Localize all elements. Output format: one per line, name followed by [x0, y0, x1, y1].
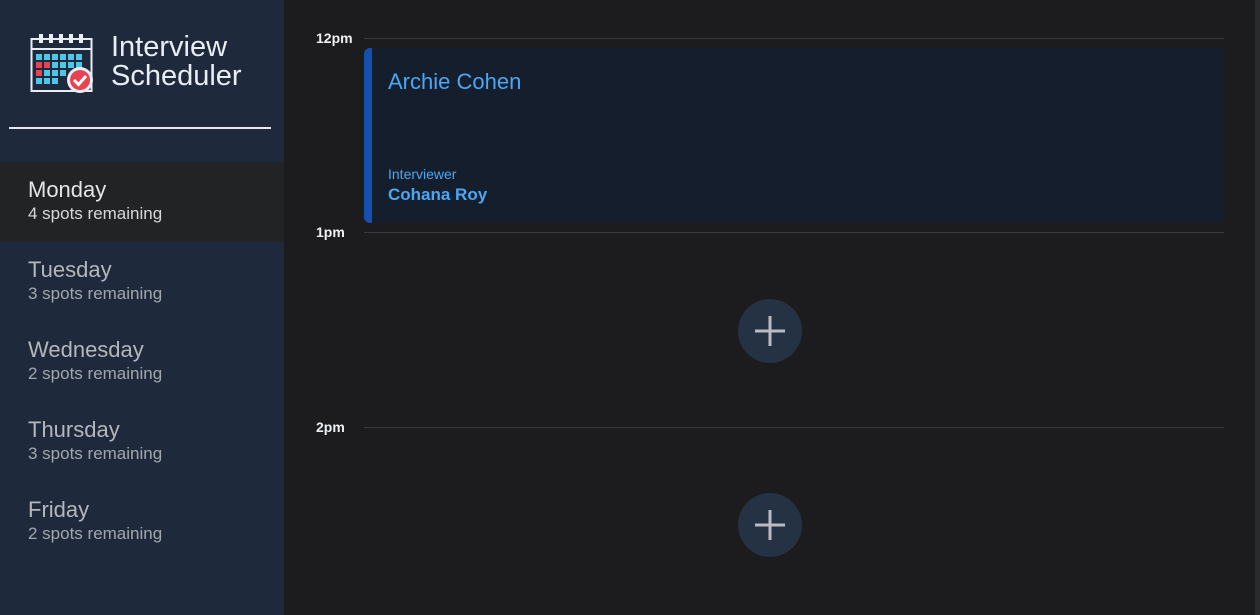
- day-name: Tuesday: [28, 257, 112, 282]
- day-spots: 2 spots remaining: [28, 364, 163, 383]
- day-name: Friday: [28, 497, 90, 522]
- student-name: Archie Cohen: [388, 69, 522, 94]
- add-appointment-button[interactable]: [738, 493, 802, 557]
- sidebar-divider: [9, 127, 271, 129]
- slot-time: 2pm: [316, 419, 345, 435]
- schedule: 12pm Archie Cohen Interviewer Cohana Roy…: [284, 0, 1260, 615]
- day-item-wednesday[interactable]: Wednesday 2 spots remaining: [0, 322, 284, 402]
- day-spots: 3 spots remaining: [28, 444, 163, 463]
- day-spots: 4 spots remaining: [28, 204, 163, 223]
- add-appointment-button[interactable]: [738, 299, 802, 363]
- slot-divider: [364, 38, 1224, 39]
- calendar-check-icon: [30, 34, 93, 93]
- slot-divider: [364, 232, 1224, 233]
- day-spots: 2 spots remaining: [28, 524, 163, 543]
- day-name: Wednesday: [28, 337, 144, 362]
- window-edge: [1255, 0, 1260, 615]
- plus-icon: [755, 510, 785, 540]
- day-list: Monday 4 spots remaining Tuesday 3 spots…: [0, 162, 284, 562]
- day-item-thursday[interactable]: Thursday 3 spots remaining: [0, 402, 284, 482]
- app-title-line2: Scheduler: [111, 60, 242, 92]
- app: Interview Scheduler Monday 4 spots remai…: [0, 0, 1260, 615]
- slot-time: 1pm: [316, 224, 345, 240]
- day-spots: 3 spots remaining: [28, 284, 163, 303]
- plus-icon: [755, 316, 785, 346]
- interviewer-label: Interviewer: [388, 166, 457, 182]
- day-name: Thursday: [28, 417, 120, 442]
- brand: Interview Scheduler: [30, 33, 270, 95]
- day-item-friday[interactable]: Friday 2 spots remaining: [0, 482, 284, 562]
- interviewer-name: Cohana Roy: [388, 185, 488, 204]
- slot-time: 12pm: [316, 30, 353, 46]
- appointment-card[interactable]: Archie Cohen Interviewer Cohana Roy: [364, 48, 1224, 223]
- sidebar: Interview Scheduler Monday 4 spots remai…: [0, 0, 284, 615]
- slot-divider: [364, 427, 1224, 428]
- day-item-monday[interactable]: Monday 4 spots remaining: [0, 162, 284, 242]
- app-title-line1: Interview: [111, 31, 228, 63]
- day-item-tuesday[interactable]: Tuesday 3 spots remaining: [0, 242, 284, 322]
- app-title: Interview Scheduler: [111, 33, 242, 91]
- day-name: Monday: [28, 177, 107, 202]
